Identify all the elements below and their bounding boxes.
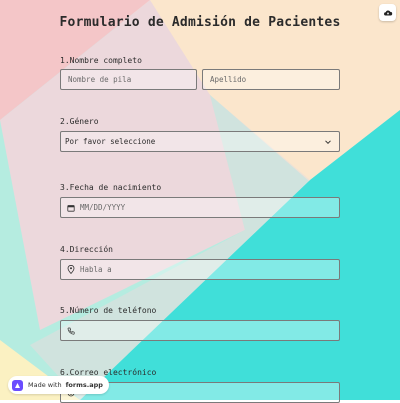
forms-app-logo-icon bbox=[11, 379, 24, 392]
last-name-field[interactable]: Apellido bbox=[202, 69, 340, 90]
birthdate-placeholder: MM/DD/YYYY bbox=[80, 203, 126, 212]
address-label: 4.Dirección bbox=[60, 245, 113, 254]
calendar-icon bbox=[66, 203, 76, 213]
location-pin-icon bbox=[66, 265, 76, 275]
cloud-icon bbox=[383, 3, 393, 22]
birthdate-field[interactable]: MM/DD/YYYY bbox=[60, 197, 340, 218]
badge-prefix: Made with bbox=[28, 381, 62, 389]
corner-action-button[interactable] bbox=[379, 4, 396, 21]
phone-label: 5.Número de teléfono bbox=[60, 306, 157, 315]
chevron-down-icon bbox=[324, 138, 332, 148]
phone-field[interactable] bbox=[60, 320, 340, 341]
form-page: Formulario de Admisión de Pacientes 1.No… bbox=[0, 0, 400, 403]
form-title: Formulario de Admisión de Pacientes bbox=[59, 15, 341, 30]
phone-icon bbox=[66, 326, 76, 336]
gender-selected-value: Por favor seleccione bbox=[65, 137, 156, 146]
badge-brand: forms.app bbox=[65, 381, 103, 389]
first-name-field[interactable]: Nombre de pila bbox=[60, 69, 197, 90]
birthdate-label: 3.Fecha de nacimiento bbox=[60, 183, 162, 192]
first-name-placeholder: Nombre de pila bbox=[68, 75, 132, 84]
full-name-label: 1.Nombre completo bbox=[60, 56, 142, 65]
gender-label: 2.Género bbox=[60, 117, 99, 126]
address-placeholder: Habla a bbox=[80, 265, 112, 274]
last-name-placeholder: Apellido bbox=[210, 75, 247, 84]
address-field[interactable]: Habla a bbox=[60, 259, 340, 280]
gender-select[interactable]: Por favor seleccione bbox=[60, 131, 340, 152]
made-with-badge[interactable]: Made with forms.app bbox=[8, 376, 109, 394]
